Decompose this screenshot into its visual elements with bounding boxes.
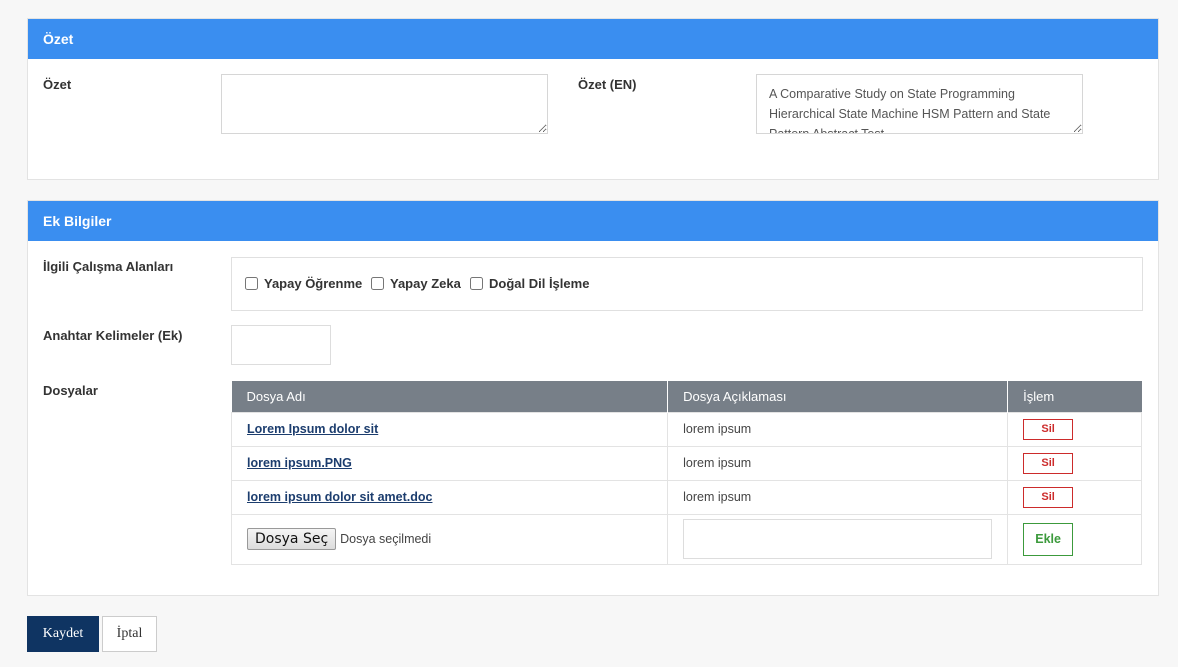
column-header-dosya-aciklamasi: Dosya Açıklaması	[667, 381, 1009, 412]
areas-checkbox-group: Yapay Öğrenme Yapay Zeka Doğal Dil İşlem…	[231, 257, 1143, 311]
column-header-islem: İşlem	[1007, 381, 1142, 412]
cancel-button[interactable]: İptal	[102, 616, 157, 652]
save-button[interactable]: Kaydet	[27, 616, 99, 652]
file-desc-cell: lorem ipsum	[667, 411, 1009, 447]
column-header-dosya-adi: Dosya Adı	[231, 381, 669, 412]
no-file-text: Dosya seçilmedi	[340, 532, 432, 546]
file-action-cell: Sil	[1007, 445, 1142, 481]
keywords-label: Anahtar Kelimeler (Ek)	[43, 328, 183, 343]
new-file-row: Dosya Seç Dosya seçilmedi Ekle	[230, 513, 1142, 565]
checkbox-label: Yapay Öğrenme	[264, 276, 363, 291]
ek-bilgiler-panel: Ek Bilgiler İlgili Çalışma Alanları Yapa…	[27, 200, 1159, 596]
file-link[interactable]: lorem ipsum.PNG	[247, 456, 352, 470]
keywords-input[interactable]	[231, 325, 331, 365]
ozet-textarea[interactable]	[221, 74, 548, 134]
checkbox-label: Doğal Dil İşleme	[489, 276, 590, 291]
ozet-en-textarea[interactable]: A Comparative Study on State Programming…	[756, 74, 1083, 134]
ozet-panel: Özet Özet Özet (EN) A Comparative Study …	[27, 18, 1159, 180]
checkbox[interactable]	[371, 277, 384, 290]
file-link[interactable]: lorem ipsum dolor sit amet.doc	[247, 490, 432, 504]
delete-button[interactable]: Sil	[1023, 486, 1074, 508]
files-table-header: Dosya Adı Dosya Açıklaması İşlem	[231, 381, 1142, 412]
checkbox[interactable]	[470, 277, 483, 290]
ozet-label: Özet	[43, 77, 72, 92]
delete-button[interactable]: Sil	[1023, 418, 1074, 440]
file-desc-cell: lorem ipsum	[667, 479, 1009, 515]
file-name-cell: lorem ipsum dolor sit amet.doc	[230, 479, 669, 515]
area-checkbox-yapay-zeka[interactable]: Yapay Zeka	[371, 276, 461, 291]
area-checkbox-yapay-ogrenme[interactable]: Yapay Öğrenme	[245, 276, 362, 291]
table-row: lorem ipsum dolor sit amet.doc lorem ips…	[230, 479, 1142, 515]
ozet-en-label: Özet (EN)	[578, 77, 637, 92]
new-file-description-input[interactable]	[683, 519, 993, 559]
file-action-cell: Sil	[1007, 411, 1142, 447]
table-row: lorem ipsum.PNG lorem ipsum Sil	[230, 445, 1142, 481]
file-link[interactable]: Lorem Ipsum dolor sit	[247, 422, 378, 436]
ozet-panel-title: Özet	[28, 19, 1158, 59]
checkbox[interactable]	[245, 277, 258, 290]
file-name-cell: lorem ipsum.PNG	[230, 445, 669, 481]
file-desc-cell: lorem ipsum	[667, 445, 1009, 481]
ek-bilgiler-panel-title: Ek Bilgiler	[28, 201, 1158, 241]
add-file-button[interactable]: Ekle	[1023, 522, 1074, 556]
files-table: Dosya Adı Dosya Açıklaması İşlem Lorem I…	[230, 381, 1142, 565]
new-file-cell: Dosya Seç Dosya seçilmedi	[230, 513, 669, 565]
table-row: Lorem Ipsum dolor sit lorem ipsum Sil	[230, 411, 1142, 447]
add-cell: Ekle	[1007, 513, 1142, 565]
files-label: Dosyalar	[43, 383, 98, 398]
areas-label: İlgili Çalışma Alanları	[43, 259, 174, 274]
area-checkbox-dogal-dil-isleme[interactable]: Doğal Dil İşleme	[470, 276, 589, 291]
delete-button[interactable]: Sil	[1023, 452, 1074, 474]
checkbox-label: Yapay Zeka	[390, 276, 461, 291]
choose-file-button[interactable]: Dosya Seç	[247, 528, 337, 550]
new-desc-cell	[667, 513, 1009, 565]
file-name-cell: Lorem Ipsum dolor sit	[230, 411, 669, 447]
file-action-cell: Sil	[1007, 479, 1142, 515]
